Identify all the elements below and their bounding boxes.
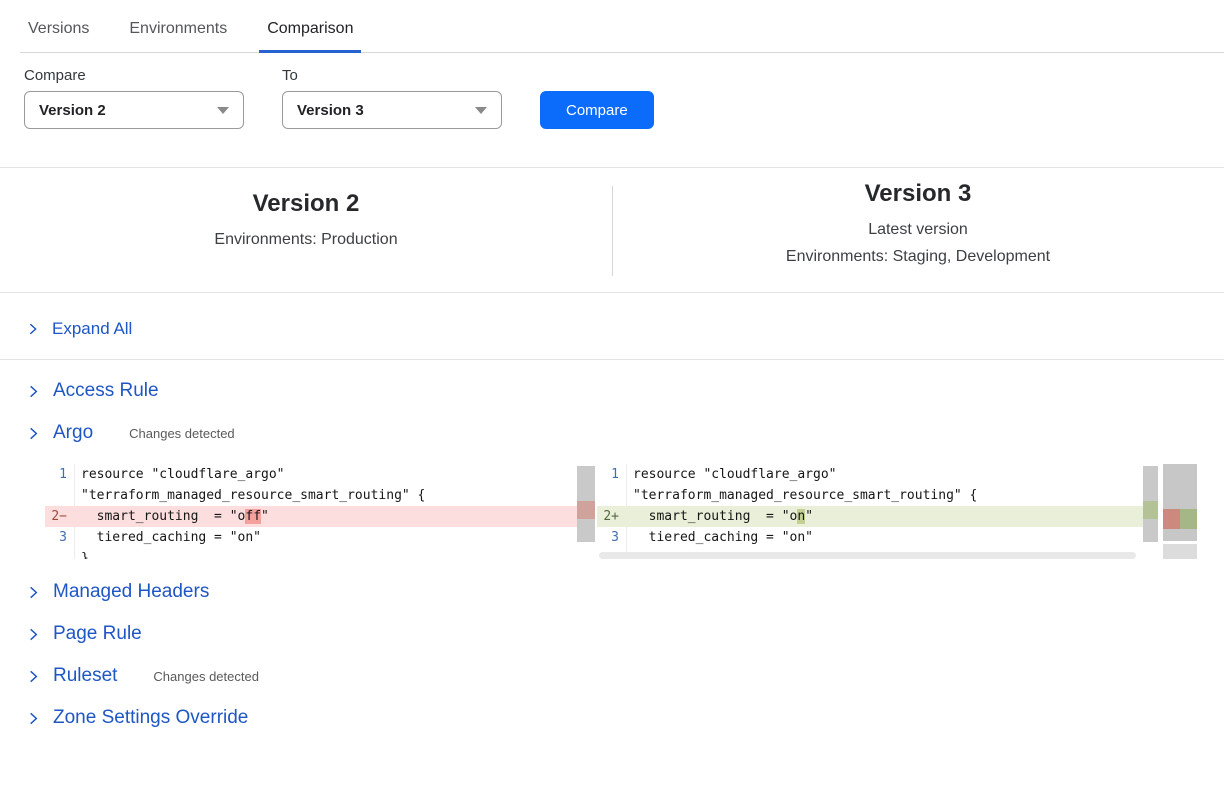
section-label: Access Rule (53, 380, 159, 402)
chevron-right-icon (26, 669, 41, 684)
diff-pane-left[interactable]: 1 resource "cloudflare_argo" "terraform_… (45, 464, 595, 559)
code-text: tiered_caching = "on" (627, 527, 813, 548)
chevron-right-icon (26, 585, 41, 600)
compare-version-select[interactable]: Version 2 (24, 91, 244, 129)
minimap-diff-chunk (1163, 509, 1197, 529)
section-label: Argo (53, 422, 93, 444)
section-label: Page Rule (53, 623, 142, 645)
line-number: 1 (597, 464, 627, 485)
version-left-panel: Version 2 Environments: Production (0, 180, 612, 276)
horizontal-scrollbar[interactable] (599, 552, 1136, 559)
diff-minimap[interactable] (1163, 464, 1197, 559)
code-line-removed: 2− smart_routing = "off" (45, 506, 595, 527)
line-number: 2+ (597, 506, 627, 527)
code-line: "terraform_managed_resource_smart_routin… (597, 485, 1158, 506)
tab-versions[interactable]: Versions (20, 14, 97, 52)
vertical-divider (612, 186, 613, 276)
code-line: 3 tiered_caching = "on" (597, 527, 1158, 548)
code-line: } (45, 548, 595, 559)
to-field: To Version 3 (282, 67, 502, 129)
line-number: 3 (45, 527, 75, 548)
compare-controls: Compare Version 2 To Version 3 Compare (0, 53, 1224, 129)
changes-detected-badge: Changes detected (153, 669, 259, 684)
version-right-title: Version 3 (612, 180, 1224, 208)
code-line: 1 resource "cloudflare_argo" (45, 464, 595, 485)
code-line: "terraform_managed_resource_smart_routin… (45, 485, 595, 506)
code-text: smart_routing = "on" (627, 506, 813, 527)
scrollbar-removed-marker (577, 501, 595, 519)
section-ruleset[interactable]: Ruleset Changes detected (0, 655, 1224, 697)
to-version-select[interactable]: Version 3 (282, 91, 502, 129)
code-text: smart_routing = "off" (75, 506, 269, 527)
chevron-right-icon (26, 322, 40, 336)
version-right-subtitle: Latest version (612, 216, 1224, 243)
scrollbar[interactable] (1143, 466, 1158, 542)
line-number: 2− (45, 506, 75, 527)
version-left-title: Version 2 (0, 190, 612, 218)
expand-all-button[interactable]: Expand All (0, 293, 1224, 359)
section-managed-headers[interactable]: Managed Headers (0, 571, 1224, 613)
changes-detected-badge: Changes detected (129, 426, 235, 441)
tab-comparison[interactable]: Comparison (259, 14, 361, 52)
minimap-track (1163, 464, 1197, 541)
argo-diff: 1 resource "cloudflare_argo" "terraform_… (45, 464, 1224, 559)
section-label: Managed Headers (53, 581, 209, 603)
section-zone-settings-override[interactable]: Zone Settings Override (0, 697, 1224, 739)
code-text: "terraform_managed_resource_smart_routin… (75, 485, 425, 506)
section-label: Ruleset (53, 665, 117, 687)
removed-text-highlight: ff (245, 509, 261, 524)
section-list: Access Rule Argo Changes detected 1 reso… (0, 360, 1224, 739)
section-argo[interactable]: Argo Changes detected (0, 412, 1224, 454)
compare-button[interactable]: Compare (540, 91, 654, 129)
chevron-right-icon (26, 627, 41, 642)
section-access-rule[interactable]: Access Rule (0, 370, 1224, 412)
line-number (597, 485, 627, 506)
tab-bar: Versions Environments Comparison (20, 0, 1224, 53)
code-line: 3 tiered_caching = "on" (45, 527, 595, 548)
diff-pane-right[interactable]: 1 resource "cloudflare_argo" "terraform_… (597, 464, 1158, 559)
scrollbar[interactable] (577, 466, 595, 542)
line-number: 1 (45, 464, 75, 485)
compare-version-value: Version 2 (39, 102, 106, 119)
chevron-right-icon (26, 426, 41, 441)
code-text: tiered_caching = "on" (75, 527, 261, 548)
version-left-environments: Environments: Production (0, 226, 612, 253)
chevron-right-icon (26, 384, 41, 399)
code-line-added: 2+ smart_routing = "on" (597, 506, 1158, 527)
compare-field: Compare Version 2 (24, 67, 244, 129)
scrollbar-added-marker (1143, 501, 1158, 519)
minimap-tail (1163, 544, 1197, 559)
code-text: resource "cloudflare_argo" (627, 464, 837, 485)
code-text: } (75, 548, 89, 559)
chevron-right-icon (26, 711, 41, 726)
version-headers: Version 2 Environments: Production Versi… (0, 168, 1224, 292)
dropdown-caret-icon (475, 107, 487, 114)
code-line: 1 resource "cloudflare_argo" (597, 464, 1158, 485)
code-text: "terraform_managed_resource_smart_routin… (627, 485, 977, 506)
code-text: resource "cloudflare_argo" (75, 464, 285, 485)
to-label: To (282, 67, 502, 84)
line-number: 3 (597, 527, 627, 548)
expand-all-label: Expand All (52, 319, 132, 339)
version-right-panel: Version 3 Latest version Environments: S… (612, 180, 1224, 276)
line-number (45, 485, 75, 506)
to-version-value: Version 3 (297, 102, 364, 119)
version-right-environments: Environments: Staging, Development (612, 243, 1224, 270)
section-page-rule[interactable]: Page Rule (0, 613, 1224, 655)
section-label: Zone Settings Override (53, 707, 248, 729)
tab-environments[interactable]: Environments (121, 14, 235, 52)
line-number (45, 548, 75, 559)
compare-label: Compare (24, 67, 244, 84)
dropdown-caret-icon (217, 107, 229, 114)
